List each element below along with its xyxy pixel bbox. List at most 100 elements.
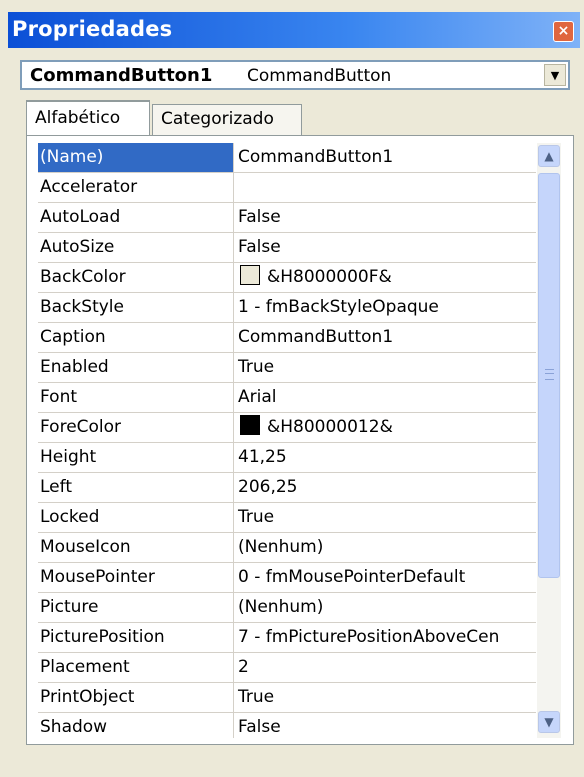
property-value[interactable]: (Nenhum) [235, 533, 536, 562]
close-button[interactable]: × [553, 21, 574, 42]
property-row[interactable]: Accelerator [38, 173, 536, 203]
property-value[interactable]: True [235, 353, 536, 382]
property-name: Left [38, 473, 234, 502]
property-value-text: Arial [238, 387, 277, 407]
property-row[interactable]: Placement 2 [38, 653, 536, 683]
property-value[interactable]: 1 - fmBackStyleOpaque [235, 293, 536, 322]
property-row[interactable]: ForeColor &H80000012& [38, 413, 536, 443]
tab-categorizado[interactable]: Categorizado [152, 104, 302, 136]
property-grid: (Name) CommandButton1 Accelerator AutoLoad F… [38, 143, 536, 738]
property-row[interactable]: PicturePosition 7 - fmPicturePositionAbov… [38, 623, 536, 653]
object-name: CommandButton1 [30, 65, 213, 86]
scroll-down-button[interactable]: ▼ [538, 711, 560, 733]
property-value-text: 41,25 [238, 447, 287, 467]
properties-window: Propriedades × CommandButton1 CommandBut… [0, 0, 584, 777]
property-value-text: &H80000012& [267, 417, 393, 437]
property-row[interactable]: (Name) CommandButton1 [38, 143, 536, 173]
chevron-down-icon: ▼ [550, 69, 560, 82]
property-name: Caption [38, 323, 234, 352]
property-name: Placement [38, 653, 234, 682]
property-value[interactable]: &H80000012& [235, 413, 536, 442]
property-row[interactable]: Font Arial [38, 383, 536, 413]
property-name: AutoSize [38, 233, 234, 262]
vertical-scrollbar[interactable]: ▲ ▼ [537, 143, 561, 738]
property-value[interactable]: &H8000000F& [235, 263, 536, 292]
property-value-text: 2 [238, 657, 249, 677]
property-value[interactable] [235, 173, 536, 202]
color-swatch [240, 415, 260, 435]
property-value-text: False [238, 717, 281, 737]
property-value-text: 7 - fmPicturePositionAboveCen [238, 627, 500, 647]
property-row[interactable]: PrintObject True [38, 683, 536, 713]
property-value-text: (Nenhum) [238, 597, 324, 617]
close-icon: × [557, 23, 570, 39]
property-name: (Name) [38, 143, 234, 172]
property-value[interactable]: 41,25 [235, 443, 536, 472]
property-name: Locked [38, 503, 234, 532]
dropdown-button[interactable]: ▼ [544, 64, 566, 86]
object-type: CommandButton [247, 66, 392, 86]
property-name: Font [38, 383, 234, 412]
property-value[interactable]: (Nenhum) [235, 593, 536, 622]
scroll-up-button[interactable]: ▲ [538, 145, 560, 167]
scroll-thumb[interactable] [538, 173, 560, 578]
property-value[interactable]: 2 [235, 653, 536, 682]
property-row[interactable]: BackStyle 1 - fmBackStyleOpaque [38, 293, 536, 323]
property-value-text: False [238, 207, 281, 227]
property-name: AutoLoad [38, 203, 234, 232]
property-value[interactable]: 0 - fmMousePointerDefault [235, 563, 536, 592]
property-row[interactable]: Caption CommandButton1 [38, 323, 536, 353]
property-value-text: False [238, 237, 281, 257]
tab-alfabetico[interactable]: Alfabético [26, 100, 150, 136]
property-value[interactable]: CommandButton1 [235, 143, 536, 172]
property-row[interactable]: Height 41,25 [38, 443, 536, 473]
property-value-text: (Nenhum) [238, 537, 324, 557]
property-row[interactable]: Shadow False [38, 713, 536, 738]
tab-label: Alfabético [35, 108, 121, 128]
property-name: MouseIcon [38, 533, 234, 562]
property-name: Height [38, 443, 234, 472]
window-bottom [0, 750, 584, 777]
property-row[interactable]: Left 206,25 [38, 473, 536, 503]
tab-label: Categorizado [161, 109, 274, 129]
property-value-text: 206,25 [238, 477, 298, 497]
property-value[interactable]: False [235, 203, 536, 232]
property-row[interactable]: AutoSize False [38, 233, 536, 263]
property-value[interactable]: False [235, 713, 536, 738]
property-name: BackColor [38, 263, 234, 292]
property-value-text: 1 - fmBackStyleOpaque [238, 297, 439, 317]
property-value-text: True [238, 507, 275, 527]
property-row[interactable]: MouseIcon (Nenhum) [38, 533, 536, 563]
property-value-text: True [238, 687, 275, 707]
property-name: ForeColor [38, 413, 234, 442]
property-row[interactable]: BackColor &H8000000F& [38, 263, 536, 293]
property-name: BackStyle [38, 293, 234, 322]
property-value-text: 0 - fmMousePointerDefault [238, 567, 466, 587]
property-row[interactable]: MousePointer 0 - fmMousePointerDefault [38, 563, 536, 593]
property-value-text: True [238, 357, 275, 377]
grip-icon [545, 369, 554, 380]
property-name: PrintObject [38, 683, 234, 712]
property-value[interactable]: True [235, 683, 536, 712]
property-value-text: &H8000000F& [267, 267, 392, 287]
property-name: MousePointer [38, 563, 234, 592]
property-name: Accelerator [38, 173, 234, 202]
property-value[interactable]: 206,25 [235, 473, 536, 502]
property-value[interactable]: False [235, 233, 536, 262]
property-value[interactable]: Arial [235, 383, 536, 412]
property-row[interactable]: Picture (Nenhum) [38, 593, 536, 623]
property-row[interactable]: AutoLoad False [38, 203, 536, 233]
property-name: PicturePosition [38, 623, 234, 652]
property-row[interactable]: Locked True [38, 503, 536, 533]
property-value[interactable]: 7 - fmPicturePositionAboveCen [235, 623, 536, 652]
property-value[interactable]: True [235, 503, 536, 532]
property-value-text: CommandButton1 [238, 327, 394, 347]
title-bar[interactable]: Propriedades × [8, 12, 580, 48]
property-name: Picture [38, 593, 234, 622]
property-value-text: CommandButton1 [238, 147, 394, 167]
property-name: Shadow [38, 713, 234, 738]
chevron-down-icon: ▼ [544, 715, 554, 729]
object-selector[interactable]: CommandButton1 CommandButton ▼ [20, 60, 570, 90]
property-row[interactable]: Enabled True [38, 353, 536, 383]
property-value[interactable]: CommandButton1 [235, 323, 536, 352]
